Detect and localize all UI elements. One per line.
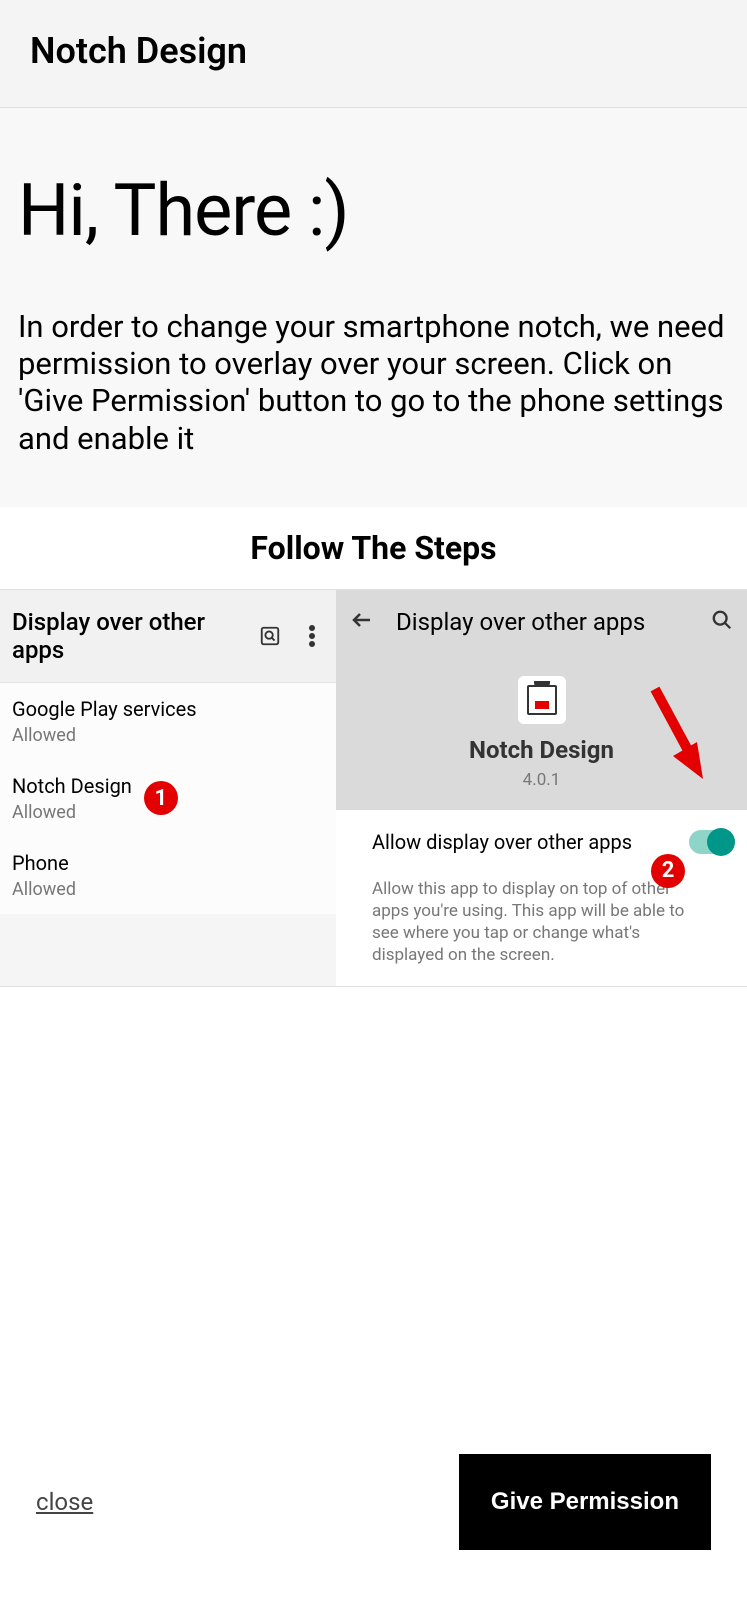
screenshot-app-list: Display over other apps Google Play serv…	[0, 590, 336, 986]
detail-topbar-title: Display over other apps	[396, 608, 689, 636]
step-badge-1: 1	[144, 781, 178, 815]
search-icon	[711, 609, 733, 635]
list-topbar-title: Display over other apps	[12, 608, 240, 664]
steps-header: Follow The Steps	[0, 507, 747, 589]
intro-section: Hi, There :) In order to change your sma…	[0, 108, 747, 507]
instruction-text: In order to change your smartphone notch…	[18, 308, 729, 457]
app-header: Notch Design	[0, 0, 747, 108]
list-item: Google Play services Allowed	[0, 683, 336, 760]
search-box-icon	[258, 624, 282, 648]
give-permission-button[interactable]: Give Permission	[459, 1454, 711, 1550]
detail-topbar: Display over other apps	[336, 590, 747, 654]
app-status: Allowed	[12, 879, 324, 900]
app-detail-panel: Notch Design 4.0.1	[336, 654, 747, 810]
list-item: Phone Allowed	[0, 837, 336, 914]
steps-title: Follow The Steps	[0, 529, 747, 567]
close-button[interactable]: close	[36, 1488, 93, 1516]
pointer-arrow-icon	[645, 684, 705, 774]
screenshot-app-detail: Display over other apps Notch Design 4.0…	[336, 590, 747, 986]
app-title: Notch Design	[30, 30, 717, 72]
overlay-toggle-row: Allow display over other apps 2	[336, 810, 747, 862]
app-status: Allowed	[12, 802, 132, 823]
toggle-knob	[707, 828, 735, 856]
step-badge-2: 2	[651, 854, 685, 888]
app-name: Phone	[12, 851, 324, 875]
greeting-text: Hi, There :)	[18, 168, 729, 253]
list-item: Notch Design Allowed 1	[0, 760, 336, 837]
app-name: Notch Design	[12, 774, 132, 798]
app-status: Allowed	[12, 725, 324, 746]
toggle-description: Allow this app to display on top of othe…	[336, 862, 747, 986]
more-vert-icon	[300, 624, 324, 648]
app-icon	[518, 676, 566, 724]
tutorial-screenshots: Display over other apps Google Play serv…	[0, 589, 747, 987]
list-topbar: Display over other apps	[0, 590, 336, 683]
back-arrow-icon	[350, 608, 374, 636]
footer-actions: close Give Permission	[0, 1424, 747, 1600]
app-name: Google Play services	[12, 697, 324, 721]
overlay-toggle	[689, 830, 731, 854]
toggle-label: Allow display over other apps	[372, 830, 689, 854]
